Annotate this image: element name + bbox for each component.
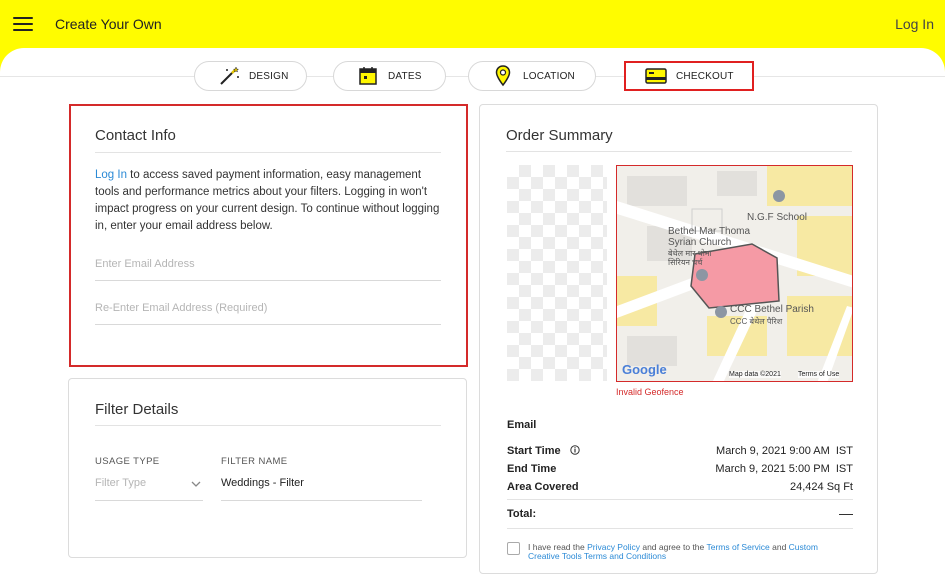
login-link[interactable]: Log In — [895, 16, 934, 32]
total-row: Total: — — [507, 505, 853, 521]
filter-details-title: Filter Details — [95, 401, 179, 418]
map-label: Syrian Church — [668, 237, 732, 248]
map-label: Bethel Mar Thoma — [668, 226, 751, 237]
total-value: — — [839, 505, 853, 521]
calendar-icon — [354, 66, 382, 86]
magic-wand-icon — [215, 66, 243, 86]
geofence-map[interactable]: N.G.F School Bethel Mar Thoma Syrian Chu… — [616, 165, 853, 382]
filter-preview — [507, 165, 607, 381]
usage-type-label: USAGE TYPE — [95, 456, 160, 467]
usage-type-select[interactable]: Filter Type — [95, 477, 203, 501]
map-drawing — [617, 166, 852, 381]
end-time-label: End Time — [507, 463, 557, 475]
area-value: 24,424 Sq Ft — [790, 481, 853, 493]
divider — [507, 528, 853, 529]
email-field[interactable]: Enter Email Address — [95, 253, 441, 281]
terms-of-service-link[interactable]: Terms of Service — [706, 542, 769, 552]
start-time-value: March 9, 2021 9:00 AM IST — [716, 445, 853, 457]
map-attribution: Map data ©2021 — [729, 371, 781, 378]
hamburger-menu-icon[interactable] — [13, 17, 33, 33]
start-time-label: Start Time — [507, 445, 561, 457]
geofence-error: Invalid Geofence — [616, 387, 684, 397]
credit-card-icon — [642, 66, 670, 86]
filter-name-label: FILTER NAME — [221, 456, 288, 467]
contact-info-title: Contact Info — [95, 127, 176, 144]
tab-label: DATES — [388, 70, 422, 82]
divider — [95, 152, 441, 153]
tab-dates[interactable]: DATES — [333, 61, 446, 91]
login-inline-link[interactable]: Log In — [95, 169, 127, 181]
contact-info-card: Contact Info Log In to access saved paym… — [69, 104, 468, 367]
map-label: CCC Bethel Parish — [730, 304, 814, 315]
tab-checkout[interactable]: CHECKOUT — [624, 61, 754, 91]
tab-label: CHECKOUT — [676, 70, 734, 82]
map-label: CCC बेथेल पैरिश — [730, 317, 783, 326]
filter-name-input[interactable]: Weddings - Filter — [221, 477, 422, 501]
map-pin-icon — [489, 65, 517, 87]
email-label: Email — [507, 419, 537, 431]
divider — [507, 499, 853, 500]
filter-details-card: Filter Details USAGE TYPE Filter Type FI… — [68, 378, 467, 558]
info-icon[interactable] — [569, 445, 580, 458]
terms-checkbox[interactable] — [507, 542, 520, 555]
tab-label: DESIGN — [249, 70, 289, 82]
end-time-row: End Time March 9, 2021 5:00 PM IST — [507, 463, 853, 475]
order-summary-card: Order Summary N.G.F School Bethel Mar Th… — [479, 104, 878, 574]
terms-and: and — [769, 542, 789, 552]
tab-location[interactable]: LOCATION — [468, 61, 596, 91]
tab-design[interactable]: DESIGN — [194, 61, 307, 91]
google-logo: Google — [622, 362, 667, 377]
tab-label: LOCATION — [523, 70, 575, 82]
terms-text: I have read the Privacy Policy and agree… — [528, 543, 838, 561]
email-row: Email — [507, 419, 853, 431]
divider — [506, 151, 852, 152]
confirm-email-field[interactable]: Re-Enter Email Address (Required) — [95, 297, 441, 325]
map-label: N.G.F School — [747, 212, 808, 223]
page-title: Create Your Own — [55, 16, 162, 32]
end-time-value: March 9, 2021 5:00 PM IST — [715, 463, 853, 475]
total-label: Total: — [507, 508, 537, 520]
chevron-down-icon — [191, 479, 201, 491]
divider — [95, 425, 441, 426]
area-row: Area Covered 24,424 Sq Ft — [507, 481, 853, 493]
contact-description: Log In to access saved payment informati… — [95, 167, 445, 235]
contact-description-text: to access saved payment information, eas… — [95, 169, 440, 232]
area-label: Area Covered — [507, 481, 579, 493]
usage-type-placeholder: Filter Type — [95, 477, 147, 489]
start-time-row: Start Time March 9, 2021 9:00 AM IST — [507, 445, 853, 458]
order-summary-title: Order Summary — [506, 127, 613, 144]
map-terms-link[interactable]: Terms of Use — [798, 371, 840, 378]
map-label: सिरियन चर्च — [668, 258, 703, 267]
